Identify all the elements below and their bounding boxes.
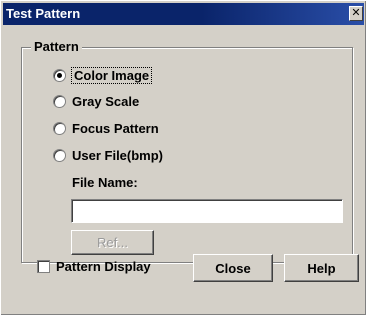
close-button[interactable]: Close — [193, 254, 273, 282]
pattern-display-checkbox[interactable] — [37, 259, 50, 273]
file-name-label: File Name: — [72, 175, 138, 190]
radio-button-icon[interactable] — [53, 148, 66, 162]
radio-label[interactable]: User File(bmp) — [72, 148, 163, 163]
pattern-group-label: Pattern — [31, 39, 82, 54]
test-pattern-dialog: Test Pattern ✕ Pattern Color Image Gray … — [0, 0, 367, 316]
radio-color-image[interactable]: Color Image — [53, 65, 153, 85]
pattern-display-checkbox-row[interactable]: Pattern Display — [37, 256, 151, 276]
help-button[interactable]: Help — [284, 254, 359, 282]
radio-button-icon[interactable] — [53, 121, 66, 135]
radio-gray-scale[interactable]: Gray Scale — [53, 91, 139, 111]
radio-label[interactable]: Gray Scale — [72, 94, 139, 109]
radio-focus-pattern[interactable]: Focus Pattern — [53, 118, 159, 138]
window-title: Test Pattern — [6, 6, 81, 21]
radio-button-icon[interactable] — [53, 94, 66, 108]
close-icon[interactable]: ✕ — [349, 6, 363, 21]
ref-button[interactable]: Ref... — [71, 230, 154, 255]
pattern-display-label[interactable]: Pattern Display — [56, 259, 151, 274]
radio-button-icon[interactable] — [53, 68, 66, 82]
radio-label[interactable]: Color Image — [70, 66, 153, 84]
radio-label[interactable]: Focus Pattern — [72, 121, 159, 136]
title-bar[interactable]: Test Pattern ✕ — [3, 3, 364, 25]
radio-user-file[interactable]: User File(bmp) — [53, 145, 163, 165]
file-name-input[interactable] — [71, 199, 343, 223]
